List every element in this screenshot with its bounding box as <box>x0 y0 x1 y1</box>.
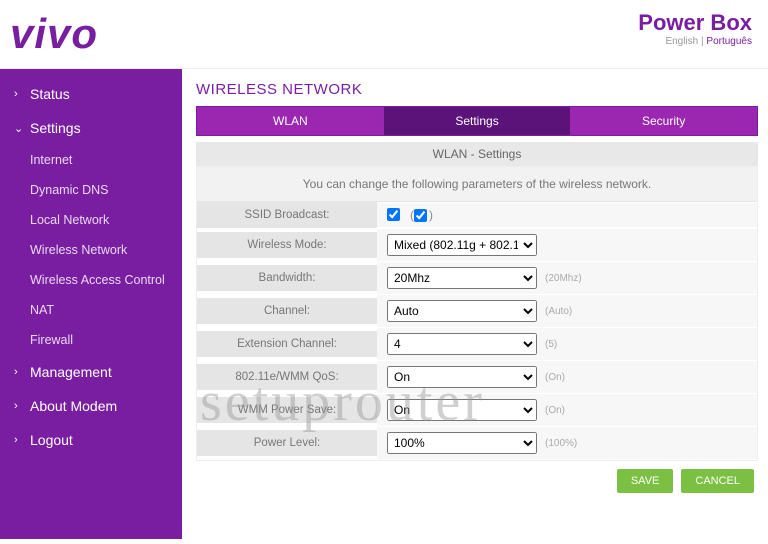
sidebar-item-dynamic-dns[interactable]: Dynamic DNS <box>0 175 182 205</box>
row-label: WMM Power Save: <box>197 397 377 423</box>
extension-channel-select[interactable]: 4 <box>387 333 537 355</box>
chevron-down-icon: ⌄ <box>14 122 22 135</box>
brand-title: Power Box <box>638 10 752 36</box>
sidebar-item-about-modem[interactable]: › About Modem <box>0 389 182 423</box>
chevron-right-icon: › <box>14 434 22 446</box>
sidebar-item-firewall[interactable]: Firewall <box>0 325 182 355</box>
chevron-right-icon: › <box>14 88 22 100</box>
lang-english[interactable]: English <box>665 36 698 47</box>
sidebar-label: Status <box>30 86 70 102</box>
sidebar-item-local-network[interactable]: Local Network <box>0 205 182 235</box>
wireless-mode-select[interactable]: Mixed (802.11g + 802.11n <box>387 234 537 256</box>
sidebar-item-status[interactable]: › Status <box>0 77 182 111</box>
ssid-broadcast-checkbox-1[interactable] <box>387 208 400 221</box>
row-ssid-broadcast: SSID Broadcast: () <box>197 202 757 229</box>
section-subheader: WLAN - Settings <box>196 142 758 166</box>
sidebar-label: Settings <box>30 120 81 136</box>
sidebar-item-wireless-network[interactable]: Wireless Network <box>0 235 182 265</box>
hint: (Auto) <box>545 306 572 317</box>
language-switch[interactable]: English | Português <box>638 36 752 47</box>
ssid-paren: () <box>410 208 433 222</box>
sidebar-label: About Modem <box>30 398 117 414</box>
logo: vivo <box>10 10 98 58</box>
sidebar-label: Logout <box>30 432 73 448</box>
action-bar: SAVE CANCEL <box>196 461 758 501</box>
row-channel: Channel: Auto (Auto) <box>197 295 757 328</box>
row-extension-channel: Extension Channel: 4 (5) <box>197 328 757 361</box>
tab-bar: WLAN Settings Security <box>196 106 758 136</box>
channel-select[interactable]: Auto <box>387 300 537 322</box>
brand-block: Power Box English | Português <box>638 10 752 47</box>
save-button[interactable]: SAVE <box>617 469 674 493</box>
row-label: Power Level: <box>197 430 377 456</box>
sidebar-label: Management <box>30 364 112 380</box>
ssid-broadcast-checkbox-2[interactable] <box>414 209 427 222</box>
chevron-right-icon: › <box>14 400 22 412</box>
settings-panel: You can change the following parameters … <box>196 166 758 461</box>
tab-settings[interactable]: Settings <box>384 107 571 135</box>
sidebar-item-logout[interactable]: › Logout <box>0 423 182 457</box>
tab-security[interactable]: Security <box>570 107 757 135</box>
lang-portugues[interactable]: Português <box>706 36 752 47</box>
row-wmm-power-save: WMM Power Save: On (On) <box>197 394 757 427</box>
row-label: Wireless Mode: <box>197 232 377 258</box>
panel-description: You can change the following parameters … <box>197 167 757 202</box>
sidebar: › Status ⌄ Settings Internet Dynamic DNS L… <box>0 69 182 539</box>
row-wireless-mode: Wireless Mode: Mixed (802.11g + 802.11n <box>197 229 757 262</box>
sidebar-item-settings[interactable]: ⌄ Settings <box>0 111 182 145</box>
sidebar-item-internet[interactable]: Internet <box>0 145 182 175</box>
hint: (20Mhz) <box>545 273 582 284</box>
cancel-button[interactable]: CANCEL <box>681 469 754 493</box>
sidebar-item-wireless-access-control[interactable]: Wireless Access Control <box>0 265 182 295</box>
bandwidth-select[interactable]: 20Mhz <box>387 267 537 289</box>
row-power-level: Power Level: 100% (100%) <box>197 427 757 460</box>
wmm-power-save-select[interactable]: On <box>387 399 537 421</box>
row-label: Bandwidth: <box>197 265 377 291</box>
row-label: Extension Channel: <box>197 331 377 357</box>
sidebar-item-nat[interactable]: NAT <box>0 295 182 325</box>
hint: (On) <box>545 405 565 416</box>
hint: (100%) <box>545 438 577 449</box>
hint: (5) <box>545 339 557 350</box>
header: vivo Power Box English | Português <box>0 0 768 69</box>
tab-wlan[interactable]: WLAN <box>197 107 384 135</box>
row-label: Channel: <box>197 298 377 324</box>
row-label: 802.11e/WMM QoS: <box>197 364 377 390</box>
page-title: WIRELESS NETWORK <box>196 81 758 98</box>
chevron-right-icon: › <box>14 366 22 378</box>
wmm-qos-select[interactable]: On <box>387 366 537 388</box>
power-level-select[interactable]: 100% <box>387 432 537 454</box>
hint: (On) <box>545 372 565 383</box>
main-content: WIRELESS NETWORK WLAN Settings Security … <box>182 69 768 539</box>
row-bandwidth: Bandwidth: 20Mhz (20Mhz) <box>197 262 757 295</box>
row-wmm-qos: 802.11e/WMM QoS: On (On) <box>197 361 757 394</box>
row-label: SSID Broadcast: <box>197 202 377 228</box>
sidebar-item-management[interactable]: › Management <box>0 355 182 389</box>
